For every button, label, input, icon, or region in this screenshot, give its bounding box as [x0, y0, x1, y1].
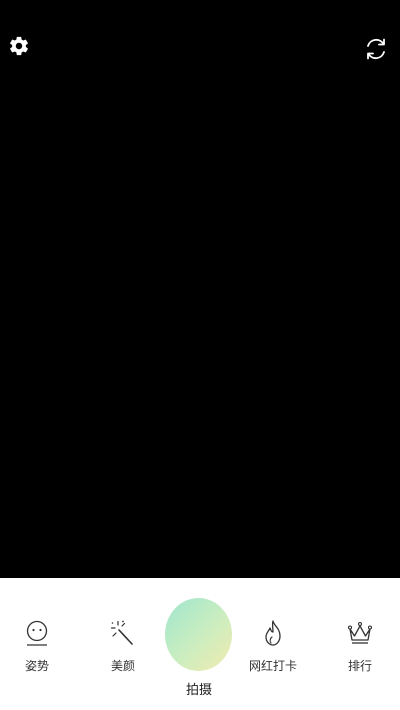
checkin-label: 网红打卡 [248, 659, 297, 673]
checkin-button[interactable]: 网红打卡 [238, 618, 308, 674]
shutter-button[interactable] [165, 598, 232, 671]
camera-toolbar: 姿势 美颜 拍摄 网红打卡 排行 [0, 578, 400, 710]
beauty-button[interactable]: 美颜 [88, 618, 158, 674]
camera-switch-icon [367, 38, 385, 60]
beauty-label: 美颜 [110, 659, 135, 673]
gear-icon [10, 36, 28, 56]
face-icon [22, 618, 52, 648]
camera-viewfinder[interactable] [0, 0, 400, 578]
camera-switch-button[interactable] [361, 34, 391, 64]
flame-icon [258, 618, 288, 648]
rank-label: 排行 [347, 659, 372, 673]
settings-button[interactable] [4, 31, 34, 61]
pose-label: 姿势 [24, 659, 49, 673]
camera-screen: 姿势 美颜 拍摄 网红打卡 排行 [0, 0, 400, 710]
rank-button[interactable]: 排行 [325, 618, 395, 674]
crown-icon [345, 618, 375, 648]
magic-wand-icon [108, 618, 138, 648]
shutter-label: 拍摄 [185, 683, 212, 698]
pose-button[interactable]: 姿势 [2, 618, 72, 674]
